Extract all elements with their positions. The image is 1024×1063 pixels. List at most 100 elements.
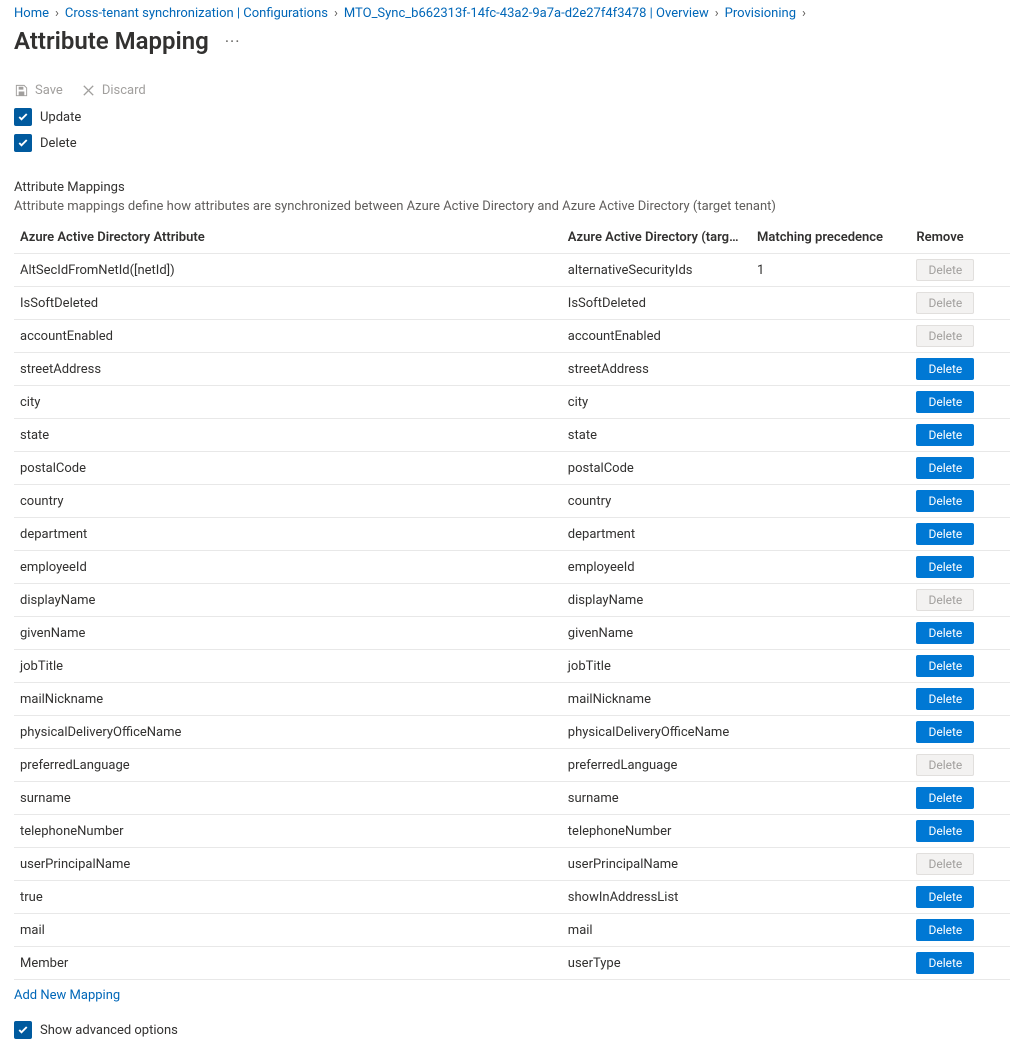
cell-precedence — [751, 485, 910, 518]
cell-source: true — [14, 881, 562, 914]
cell-precedence — [751, 452, 910, 485]
breadcrumb: Home › Cross-tenant synchronization | Co… — [14, 6, 1010, 21]
delete-checkbox[interactable] — [14, 134, 32, 152]
table-row[interactable]: employeeIdemployeeIdDelete — [14, 551, 1010, 584]
delete-row-button[interactable]: Delete — [916, 391, 974, 413]
cell-source: accountEnabled — [14, 320, 562, 353]
table-row[interactable]: departmentdepartmentDelete — [14, 518, 1010, 551]
update-checkbox[interactable] — [14, 108, 32, 126]
table-row[interactable]: givenNamegivenName Delete — [14, 617, 1010, 650]
table-row[interactable]: countrycountryDelete — [14, 485, 1010, 518]
cell-remove: Delete — [910, 848, 1010, 881]
cell-target: givenName — [562, 617, 751, 650]
table-row[interactable]: postalCodepostalCodeDelete — [14, 452, 1010, 485]
cell-precedence: 1 — [751, 254, 910, 287]
show-advanced-checkbox[interactable] — [14, 1021, 32, 1039]
table-row[interactable]: jobTitlejobTitleDelete — [14, 650, 1010, 683]
delete-row-button: Delete — [916, 259, 974, 281]
delete-row-button[interactable]: Delete — [916, 721, 974, 743]
cell-precedence — [751, 815, 910, 848]
cell-remove: Delete — [910, 386, 1010, 419]
cell-remove: Delete — [910, 749, 1010, 782]
save-button[interactable]: Save — [14, 83, 63, 98]
chevron-right-icon: › — [334, 6, 338, 21]
delete-row-button: Delete — [916, 292, 974, 314]
delete-row-button[interactable]: Delete — [916, 820, 974, 842]
delete-row-button[interactable]: Delete — [916, 523, 974, 545]
table-row[interactable]: displayNamedisplayNameDelete — [14, 584, 1010, 617]
check-icon — [17, 137, 29, 149]
discard-button[interactable]: Discard — [81, 83, 146, 98]
delete-row-button[interactable]: Delete — [916, 655, 974, 677]
cell-target: state — [562, 419, 751, 452]
table-row[interactable]: userPrincipalNameuserPrincipalNameDelete — [14, 848, 1010, 881]
col-precedence[interactable]: Matching precedence — [751, 222, 910, 254]
breadcrumb-link[interactable]: MTO_Sync_b662313f-14fc-43a2-9a7a-d2e27f4… — [344, 6, 709, 21]
breadcrumb-link[interactable]: Home — [14, 6, 49, 21]
cell-source: AltSecIdFromNetId([netId]) — [14, 254, 562, 287]
cell-source: mail — [14, 914, 562, 947]
delete-row-button[interactable]: Delete — [916, 556, 974, 578]
breadcrumb-link[interactable]: Cross-tenant synchronization | Configura… — [65, 6, 328, 21]
table-row[interactable]: preferredLanguagepreferredLanguageDelete — [14, 749, 1010, 782]
table-row[interactable]: statestate Delete — [14, 419, 1010, 452]
delete-row-button[interactable]: Delete — [916, 424, 974, 446]
delete-row-button[interactable]: Delete — [916, 787, 974, 809]
table-row[interactable]: AltSecIdFromNetId([netId])alternativeSec… — [14, 254, 1010, 287]
cell-target: city — [562, 386, 751, 419]
delete-row-button[interactable]: Delete — [916, 919, 974, 941]
delete-row-button[interactable]: Delete — [916, 952, 974, 974]
cell-remove: Delete — [910, 287, 1010, 320]
section-description: Attribute mappings define how attributes… — [14, 199, 1010, 214]
table-row[interactable]: citycityDelete — [14, 386, 1010, 419]
cell-remove: Delete — [910, 881, 1010, 914]
delete-label: Delete — [40, 136, 77, 151]
cell-remove: Delete — [910, 683, 1010, 716]
delete-row-button[interactable]: Delete — [916, 622, 974, 644]
table-row[interactable]: telephoneNumbertelephoneNumberDelete — [14, 815, 1010, 848]
delete-row-button[interactable]: Delete — [916, 358, 974, 380]
add-new-mapping-link[interactable]: Add New Mapping — [14, 988, 120, 1003]
table-row[interactable]: physicalDeliveryOfficeNamephysicalDelive… — [14, 716, 1010, 749]
cell-remove: Delete — [910, 452, 1010, 485]
cell-remove: Delete — [910, 914, 1010, 947]
cell-precedence — [751, 914, 910, 947]
cell-source: streetAddress — [14, 353, 562, 386]
table-row[interactable]: accountEnabledaccountEnabledDelete — [14, 320, 1010, 353]
cell-target: department — [562, 518, 751, 551]
table-row[interactable]: MemberuserTypeDelete — [14, 947, 1010, 980]
cell-target: telephoneNumber — [562, 815, 751, 848]
col-target[interactable]: Azure Active Directory (target tenant) … — [562, 222, 751, 254]
table-row[interactable]: trueshowInAddressListDelete — [14, 881, 1010, 914]
delete-row-button[interactable]: Delete — [916, 457, 974, 479]
more-actions-button[interactable]: ··· — [221, 32, 245, 51]
table-row[interactable]: streetAddressstreetAddressDelete — [14, 353, 1010, 386]
cell-source: physicalDeliveryOfficeName — [14, 716, 562, 749]
cell-target: jobTitle — [562, 650, 751, 683]
delete-row-button[interactable]: Delete — [916, 886, 974, 908]
delete-row-button[interactable]: Delete — [916, 490, 974, 512]
col-source[interactable]: Azure Active Directory Attribute — [14, 222, 562, 254]
cell-precedence — [751, 353, 910, 386]
cell-source: givenName — [14, 617, 562, 650]
cell-target: mailNickname — [562, 683, 751, 716]
cell-remove: Delete — [910, 584, 1010, 617]
cell-remove: Delete — [910, 254, 1010, 287]
table-row[interactable]: mailNicknamemailNickname Delete — [14, 683, 1010, 716]
table-row[interactable]: mailmailDelete — [14, 914, 1010, 947]
cell-remove: Delete — [910, 551, 1010, 584]
breadcrumb-link[interactable]: Provisioning — [725, 6, 796, 21]
table-row[interactable]: surnamesurnameDelete — [14, 782, 1010, 815]
delete-row-button[interactable]: Delete — [916, 688, 974, 710]
cell-remove: Delete — [910, 716, 1010, 749]
cell-source: mailNickname — [14, 683, 562, 716]
discard-label: Discard — [102, 83, 146, 98]
cell-source: state — [14, 419, 562, 452]
cell-precedence — [751, 584, 910, 617]
chevron-right-icon: › — [55, 6, 59, 21]
delete-row-button: Delete — [916, 325, 974, 347]
cell-precedence — [751, 320, 910, 353]
check-icon — [17, 111, 29, 123]
cell-precedence — [751, 848, 910, 881]
table-row[interactable]: IsSoftDeletedIsSoftDeletedDelete — [14, 287, 1010, 320]
